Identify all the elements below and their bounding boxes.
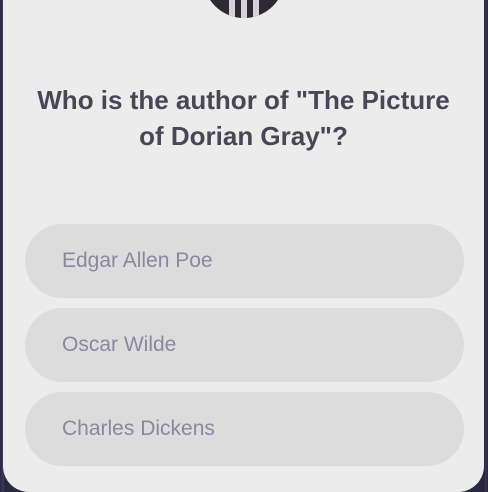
answer-option-2[interactable]: Oscar Wilde <box>25 308 464 382</box>
answer-option-label: Oscar Wilde <box>62 333 177 356</box>
answer-option-1[interactable]: Edgar Allen Poe <box>25 224 464 298</box>
avatar <box>203 0 285 18</box>
answer-option-label: Charles Dickens <box>62 417 215 440</box>
quiz-card: Who is the author of "The Picture of Dor… <box>3 0 484 492</box>
question-text: Who is the author of "The Picture of Dor… <box>37 85 450 151</box>
avatar-stripe <box>241 0 247 18</box>
avatar-stripe <box>253 0 259 18</box>
answer-option-label: Edgar Allen Poe <box>62 249 213 272</box>
answer-option-3[interactable]: Charles Dickens <box>25 392 464 466</box>
avatar-stripe <box>229 0 235 18</box>
